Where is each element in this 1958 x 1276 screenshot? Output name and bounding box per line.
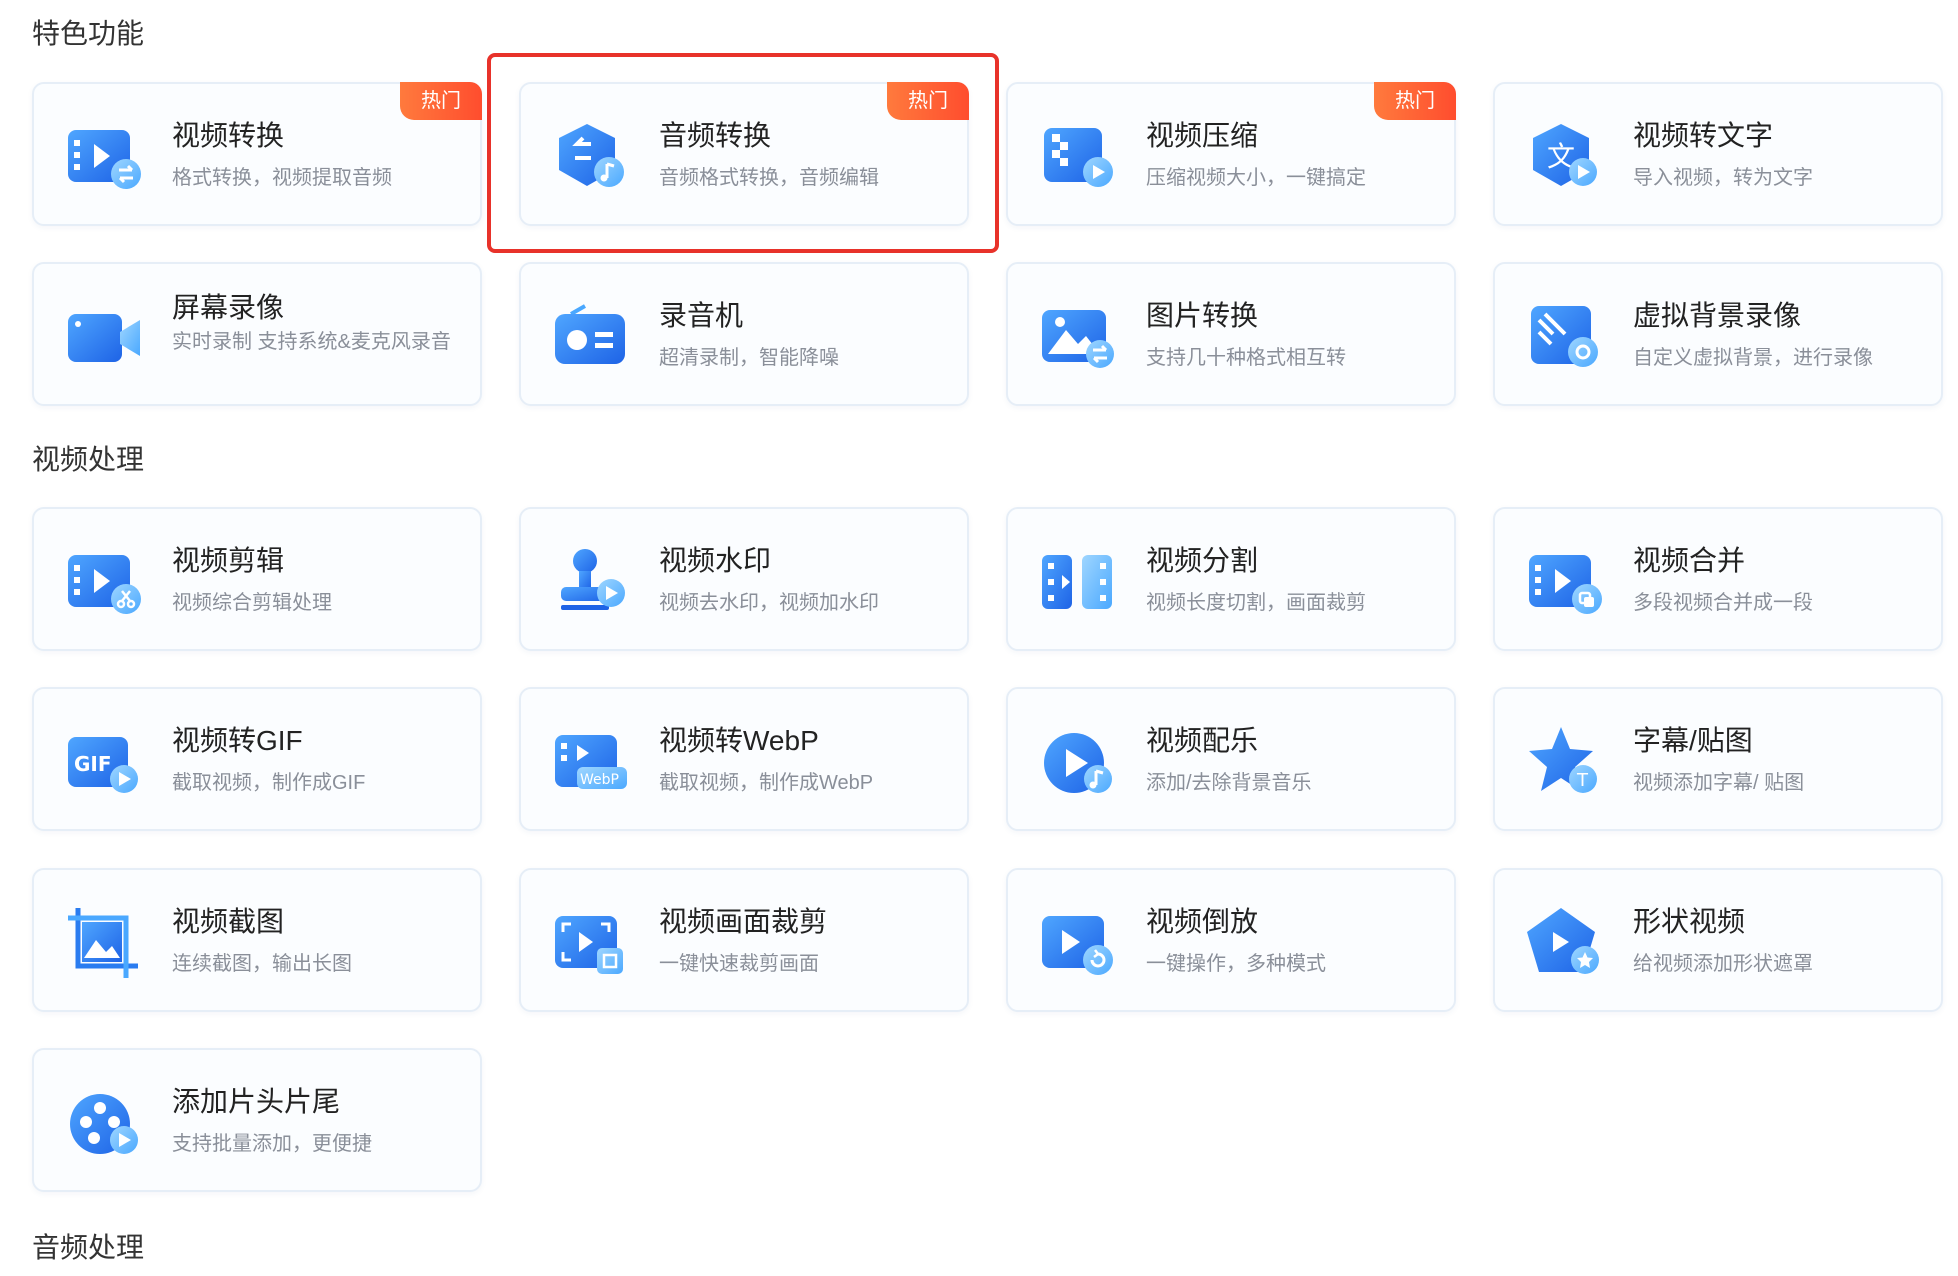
card-desc: 连续截图，输出长图 bbox=[172, 953, 352, 975]
video-screenshot-icon bbox=[68, 908, 138, 978]
section-title-audio: 音频处理 bbox=[32, 1232, 145, 1263]
card-desc: 一键操作，多种模式 bbox=[1146, 953, 1326, 975]
card-video-edit[interactable]: 视频剪辑 视频综合剪辑处理 bbox=[32, 507, 482, 651]
card-title: 添加片头片尾 bbox=[172, 1086, 341, 1117]
card-title: 视频剪辑 bbox=[172, 545, 285, 576]
video-convert-icon bbox=[68, 130, 141, 189]
card-desc: 视频去水印，视频加水印 bbox=[659, 592, 879, 614]
card-subtitle-sticker[interactable]: T 字幕/贴图 视频添加字幕/ 贴图 bbox=[1493, 687, 1943, 831]
card-title: 屏幕录像 bbox=[172, 292, 285, 323]
virtual-background-icon bbox=[1531, 306, 1598, 367]
t-glyph: T bbox=[1576, 770, 1589, 791]
card-video-to-webp[interactable]: WebP 视频转WebP 截取视频，制作成WebP bbox=[519, 687, 969, 831]
card-title: 形状视频 bbox=[1633, 906, 1746, 937]
webp-icon: WebP bbox=[555, 735, 627, 789]
gif-icon: GIF bbox=[68, 737, 138, 793]
card-title: 视频转文字 bbox=[1633, 120, 1774, 151]
card-desc: 音频格式转换，音频编辑 bbox=[659, 167, 879, 189]
card-title: 视频配乐 bbox=[1146, 725, 1259, 756]
card-desc: 实时录制 支持系统&麦克风录音 bbox=[172, 331, 451, 353]
card-video-watermark[interactable]: 视频水印 视频去水印，视频加水印 bbox=[519, 507, 969, 651]
card-title: 视频水印 bbox=[659, 545, 772, 576]
card-desc: 格式转换，视频提取音频 bbox=[172, 167, 392, 189]
card-add-intro-outro[interactable]: 添加片头片尾 支持批量添加，更便捷 bbox=[32, 1048, 482, 1192]
video-compress-icon bbox=[1044, 128, 1113, 187]
hot-badge: 热门 bbox=[400, 82, 482, 120]
video-split-icon bbox=[1042, 555, 1112, 609]
card-virtual-background[interactable]: 虚拟背景录像 自定义虚拟背景，进行录像 bbox=[1493, 262, 1943, 406]
section-title-video: 视频处理 bbox=[32, 444, 145, 475]
hot-badge: 热门 bbox=[887, 82, 969, 120]
card-desc: 视频综合剪辑处理 bbox=[172, 592, 332, 614]
video-reverse-icon bbox=[1042, 916, 1113, 975]
card-title: 视频截图 bbox=[172, 906, 285, 937]
card-title: 视频合并 bbox=[1633, 545, 1746, 576]
card-desc: 多段视频合并成一段 bbox=[1633, 592, 1813, 614]
card-video-to-gif[interactable]: GIF 视频转GIF 截取视频，制作成GIF bbox=[32, 687, 482, 831]
card-title: 虚拟背景录像 bbox=[1633, 300, 1802, 331]
card-title: 视频压缩 bbox=[1146, 120, 1259, 151]
card-desc: 截取视频，制作成GIF bbox=[172, 772, 366, 794]
card-desc: 添加/去除背景音乐 bbox=[1146, 772, 1312, 794]
card-video-to-text[interactable]: 文 视频转文字 导入视频，转为文字 bbox=[1493, 82, 1943, 226]
card-title: 录音机 bbox=[659, 300, 744, 331]
section-title-featured: 特色功能 bbox=[32, 18, 145, 49]
card-desc: 截取视频，制作成WebP bbox=[659, 772, 874, 794]
webp-glyph: WebP bbox=[580, 772, 619, 788]
card-video-screenshot[interactable]: 视频截图 连续截图，输出长图 bbox=[32, 868, 482, 1012]
card-shape-video[interactable]: 形状视频 给视频添加形状遮罩 bbox=[1493, 868, 1943, 1012]
video-crop-icon bbox=[555, 916, 623, 974]
card-screen-record[interactable]: 屏幕录像 实时录制 支持系统&麦克风录音 bbox=[32, 262, 482, 406]
card-video-music[interactable]: 视频配乐 添加/去除背景音乐 bbox=[1006, 687, 1456, 831]
screen-record-icon bbox=[68, 314, 140, 362]
card-video-merge[interactable]: 视频合并 多段视频合并成一段 bbox=[1493, 507, 1943, 651]
card-title: 字幕/贴图 bbox=[1633, 725, 1753, 756]
shape-video-icon bbox=[1527, 908, 1599, 974]
video-edit-icon bbox=[68, 555, 141, 614]
card-title: 视频倒放 bbox=[1146, 906, 1259, 937]
card-desc: 自定义虚拟背景，进行录像 bbox=[1633, 347, 1873, 369]
card-title: 视频转GIF bbox=[172, 725, 303, 756]
card-desc: 支持批量添加，更便捷 bbox=[172, 1133, 372, 1155]
card-desc: 超清录制，智能降噪 bbox=[659, 347, 839, 369]
card-desc: 视频添加字幕/ 贴图 bbox=[1633, 772, 1805, 794]
card-video-split[interactable]: 视频分割 视频长度切割，画面裁剪 bbox=[1006, 507, 1456, 651]
card-desc: 导入视频，转为文字 bbox=[1633, 167, 1813, 189]
card-title: 视频画面裁剪 bbox=[659, 906, 828, 937]
voice-recorder-icon bbox=[555, 304, 625, 364]
star-icon: T bbox=[1529, 727, 1597, 793]
image-convert-icon bbox=[1042, 310, 1114, 368]
audio-convert-icon bbox=[559, 124, 624, 187]
film-reel-icon bbox=[70, 1094, 138, 1154]
card-desc: 支持几十种格式相互转 bbox=[1146, 347, 1346, 369]
video-merge-icon bbox=[1529, 555, 1602, 614]
card-video-convert[interactable]: 视频转换 格式转换，视频提取音频 热门 bbox=[32, 82, 482, 226]
card-title: 视频分割 bbox=[1146, 545, 1259, 576]
gif-glyph: GIF bbox=[74, 752, 112, 776]
card-title: 音频转换 bbox=[659, 120, 772, 151]
card-desc: 压缩视频大小，一键搞定 bbox=[1146, 167, 1366, 189]
card-video-crop[interactable]: 视频画面裁剪 一键快速裁剪画面 bbox=[519, 868, 969, 1012]
card-video-reverse[interactable]: 视频倒放 一键操作，多种模式 bbox=[1006, 868, 1456, 1012]
card-voice-recorder[interactable]: 录音机 超清录制，智能降噪 bbox=[519, 262, 969, 406]
card-desc: 一键快速裁剪画面 bbox=[659, 953, 819, 975]
video-to-text-icon: 文 bbox=[1533, 124, 1597, 186]
hot-badge: 热门 bbox=[1374, 82, 1456, 120]
card-desc: 给视频添加形状遮罩 bbox=[1633, 953, 1813, 975]
card-audio-convert[interactable]: 音频转换 音频格式转换，音频编辑 热门 bbox=[519, 82, 969, 226]
card-title: 视频转WebP bbox=[659, 725, 819, 756]
card-title: 图片转换 bbox=[1146, 300, 1259, 331]
video-music-icon bbox=[1044, 733, 1112, 793]
card-desc: 视频长度切割，画面裁剪 bbox=[1146, 592, 1366, 614]
video-watermark-icon bbox=[561, 549, 625, 610]
card-title: 视频转换 bbox=[172, 120, 285, 151]
card-video-compress[interactable]: 视频压缩 压缩视频大小，一键搞定 热门 bbox=[1006, 82, 1456, 226]
card-image-convert[interactable]: 图片转换 支持几十种格式相互转 bbox=[1006, 262, 1456, 406]
